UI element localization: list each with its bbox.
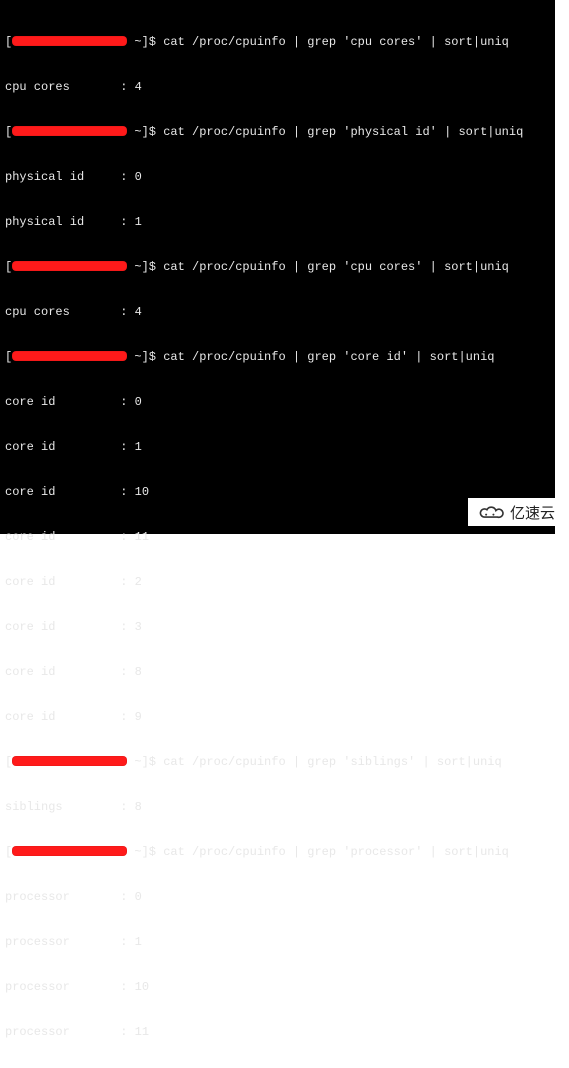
output-line: core id : 1 [5, 440, 555, 455]
cloud-icon [478, 504, 504, 522]
prompt-tail: ~]$ [127, 350, 163, 364]
output-line: processor : 10 [5, 980, 555, 995]
watermark-text: 亿速云 [510, 506, 555, 521]
output-line: core id : 11 [5, 530, 555, 545]
prompt-line-2: [ ~]$ cat /proc/cpuinfo | grep 'physical… [5, 125, 555, 140]
prompt-tail: ~]$ [127, 35, 163, 49]
output-line: processor : 0 [5, 890, 555, 905]
redacted-host [12, 261, 127, 271]
command-text: cat /proc/cpuinfo | grep 'cpu cores' | s… [163, 260, 509, 274]
output-line: core id : 0 [5, 395, 555, 410]
redacted-host [12, 36, 127, 46]
redacted-host [12, 126, 127, 136]
output-line: core id : 9 [5, 710, 555, 725]
output-line: physical id : 1 [5, 215, 555, 230]
command-text: cat /proc/cpuinfo | grep 'siblings' | so… [163, 755, 501, 769]
output-line: physical id : 0 [5, 170, 555, 185]
prompt-tail: ~]$ [127, 125, 163, 139]
prompt-tail: ~]$ [127, 845, 163, 859]
command-text: cat /proc/cpuinfo | grep 'physical id' |… [163, 125, 523, 139]
output-line: processor : 11 [5, 1025, 555, 1040]
command-text: cat /proc/cpuinfo | grep 'core id' | sor… [163, 350, 494, 364]
prompt-line-5: [ ~]$ cat /proc/cpuinfo | grep 'siblings… [5, 755, 555, 770]
output-line: siblings : 8 [5, 800, 555, 815]
prompt-tail: ~]$ [127, 260, 163, 274]
command-text: cat /proc/cpuinfo | grep 'cpu cores' | s… [163, 35, 509, 49]
prompt-line-3: [ ~]$ cat /proc/cpuinfo | grep 'cpu core… [5, 260, 555, 275]
output-line: core id : 8 [5, 665, 555, 680]
prompt-line-4: [ ~]$ cat /proc/cpuinfo | grep 'core id'… [5, 350, 555, 365]
terminal-window[interactable]: [ ~]$ cat /proc/cpuinfo | grep 'cpu core… [0, 0, 555, 534]
output-line: cpu cores : 4 [5, 305, 555, 320]
output-line: core id : 2 [5, 575, 555, 590]
redacted-host [12, 846, 127, 856]
output-line: cpu cores : 4 [5, 80, 555, 95]
redacted-host [12, 351, 127, 361]
command-text: cat /proc/cpuinfo | grep 'processor' | s… [163, 845, 509, 859]
watermark: 亿速云 [468, 498, 565, 526]
prompt-line-6: [ ~]$ cat /proc/cpuinfo | grep 'processo… [5, 845, 555, 860]
output-line: processor : 1 [5, 935, 555, 950]
prompt-line-1: [ ~]$ cat /proc/cpuinfo | grep 'cpu core… [5, 35, 555, 50]
redacted-host [12, 756, 127, 766]
output-line: core id : 3 [5, 620, 555, 635]
prompt-tail: ~]$ [127, 755, 163, 769]
